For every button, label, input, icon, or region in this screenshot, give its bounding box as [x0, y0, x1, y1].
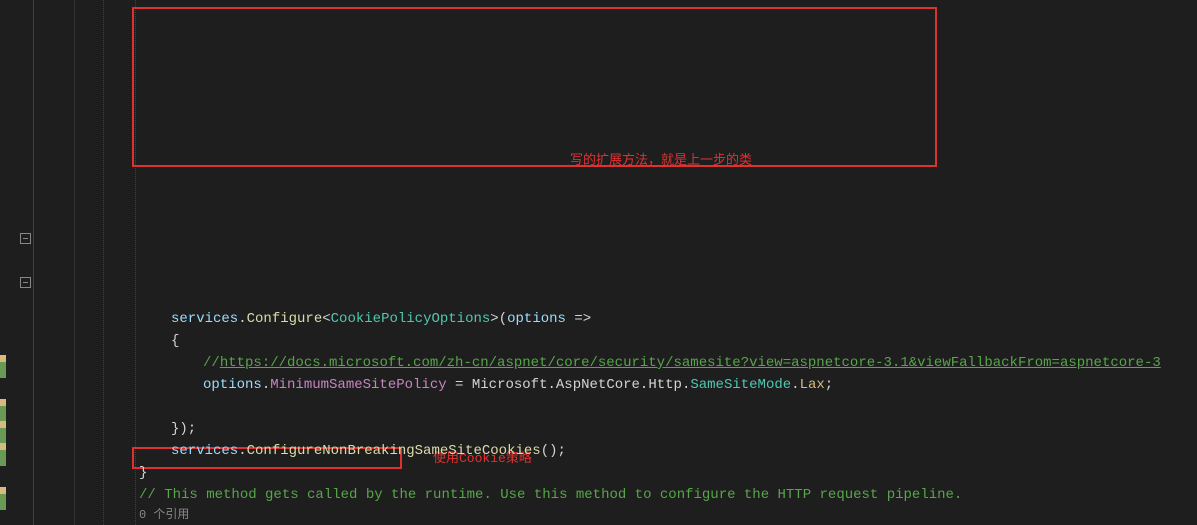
- codelens-references[interactable]: 0 个引用: [139, 506, 189, 524]
- token: // This method gets called by the runtim…: [139, 484, 962, 506]
- token: services: [171, 440, 238, 462]
- token: options: [507, 308, 566, 330]
- token: .: [238, 440, 246, 462]
- gutter: [0, 0, 75, 525]
- token: =: [447, 374, 472, 396]
- token: Microsoft: [472, 374, 548, 396]
- token: <: [322, 308, 330, 330]
- annotation-extension-method: 写的扩展方法，就是上一步的类: [570, 150, 752, 172]
- token: .: [791, 374, 799, 396]
- code-line[interactable]: [75, 396, 1197, 418]
- code-surface[interactable]: 写的扩展方法，就是上一步的类 使用Cookie策略 services.Confi…: [75, 0, 1197, 525]
- token: .: [238, 308, 246, 330]
- token: {: [171, 330, 179, 352]
- token: https://docs.microsoft.com/zh-cn/aspnet/…: [220, 352, 1161, 374]
- token: .: [640, 374, 648, 396]
- change-mark: [0, 494, 6, 510]
- code-line[interactable]: services.ConfigureNonBreakingSameSiteCoo…: [75, 440, 1197, 462]
- change-mark: [0, 450, 6, 466]
- code-line[interactable]: }: [75, 462, 1197, 484]
- token: =>: [566, 308, 591, 330]
- code-line[interactable]: {: [75, 330, 1197, 352]
- token: Lax: [800, 374, 825, 396]
- change-mark: [0, 428, 6, 444]
- code-line[interactable]: // This method gets called by the runtim…: [75, 484, 1197, 506]
- token: .: [262, 374, 270, 396]
- code-line[interactable]: //https://docs.microsoft.com/zh-cn/aspne…: [75, 352, 1197, 374]
- token: SameSiteMode: [690, 374, 791, 396]
- token: Configure: [247, 308, 323, 330]
- highlight-box-1: [132, 7, 937, 167]
- token: ;: [825, 374, 833, 396]
- token: >(: [490, 308, 507, 330]
- token: AspNetCore: [556, 374, 640, 396]
- token: options: [203, 374, 262, 396]
- token: .: [682, 374, 690, 396]
- editor-root: 写的扩展方法，就是上一步的类 使用Cookie策略 services.Confi…: [0, 0, 1197, 525]
- token: });: [171, 418, 196, 440]
- token: .: [548, 374, 556, 396]
- fold-toggle[interactable]: [20, 277, 31, 288]
- token: Http: [648, 374, 682, 396]
- token: ConfigureNonBreakingSameSiteCookies: [247, 440, 541, 462]
- token: //: [203, 352, 220, 374]
- token: MinimumSameSitePolicy: [270, 374, 446, 396]
- gutter-line: [33, 0, 34, 525]
- code-line[interactable]: 0 个引用: [75, 506, 1197, 524]
- code-line[interactable]: options.MinimumSameSitePolicy = Microsof…: [75, 374, 1197, 396]
- change-mark: [0, 362, 6, 378]
- token: }: [139, 462, 147, 484]
- code-line[interactable]: services.Configure<CookiePolicyOptions>(…: [75, 308, 1197, 330]
- token: ();: [541, 440, 566, 462]
- token: CookiePolicyOptions: [331, 308, 491, 330]
- change-mark: [0, 406, 6, 422]
- code-line[interactable]: });: [75, 418, 1197, 440]
- token: services: [171, 308, 238, 330]
- fold-toggle[interactable]: [20, 233, 31, 244]
